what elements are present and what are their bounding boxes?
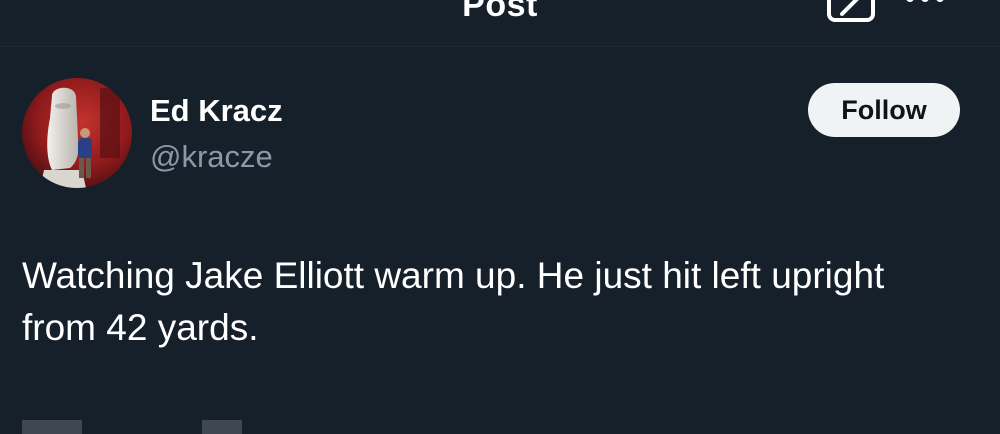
- compose-icon[interactable]: [826, 0, 876, 22]
- top-app-bar: Post: [0, 0, 1000, 47]
- faded-content-edge: [22, 420, 242, 434]
- author-handle[interactable]: @kracze: [150, 138, 273, 176]
- avatar-image: [22, 78, 132, 188]
- avatar[interactable]: [22, 78, 132, 188]
- more-horizontal-icon[interactable]: [900, 0, 950, 10]
- follow-button[interactable]: Follow: [808, 83, 960, 137]
- post-text: Watching Jake Elliott warm up. He just h…: [22, 255, 885, 348]
- author-display-name[interactable]: Ed Kracz: [150, 92, 283, 130]
